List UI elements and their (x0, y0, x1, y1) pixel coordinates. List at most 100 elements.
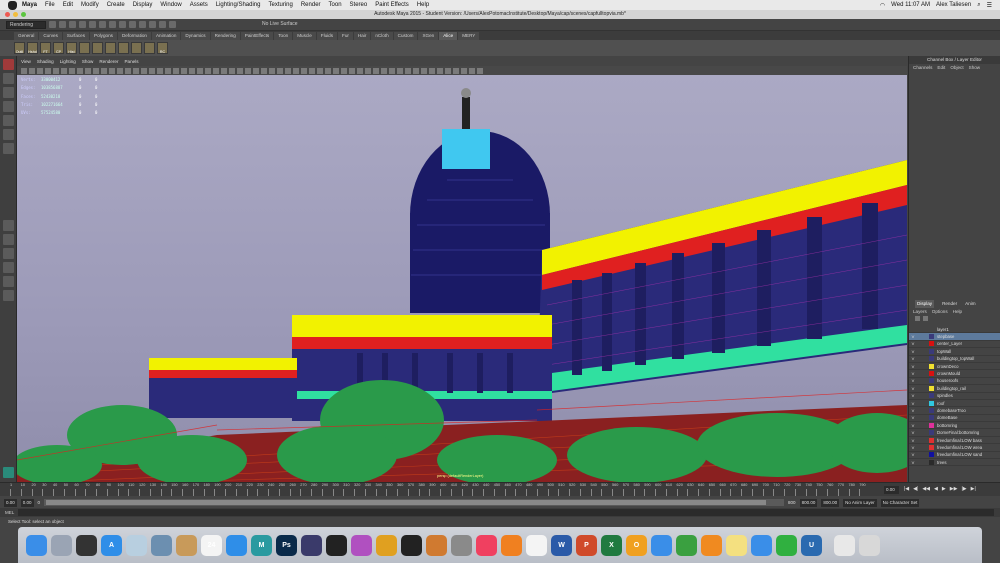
shelf-tab-polygons[interactable]: Polygons (90, 32, 117, 40)
layer-visibility-toggle[interactable]: V (909, 386, 917, 391)
panel-tool-icon[interactable] (61, 67, 67, 74)
panel-tool-icon[interactable] (213, 67, 219, 74)
app-menu-maya[interactable]: Maya (22, 2, 37, 8)
shelf-tab-deformation[interactable]: Deformation (117, 32, 151, 40)
panel-tool-icon[interactable] (453, 67, 459, 74)
layer-visibility-toggle[interactable]: V (909, 401, 917, 406)
layer-color-swatch[interactable] (929, 444, 934, 450)
photo-icon[interactable] (151, 534, 172, 556)
zoom-window-button[interactable] (21, 12, 26, 17)
graph-layout-icon[interactable] (3, 262, 14, 273)
unity-icon[interactable]: U (801, 534, 822, 556)
panel-menu-panels[interactable]: Panels (124, 58, 138, 66)
snap-point-icon[interactable] (129, 21, 136, 28)
layer-row[interactable]: VcrownMould (909, 370, 1000, 378)
layer-name[interactable]: buildingtop_rail (937, 386, 966, 391)
panel-tool-icon[interactable] (157, 67, 163, 74)
panel-tool-icon[interactable] (149, 67, 155, 74)
shelf-button-6[interactable] (92, 42, 103, 54)
pages-icon[interactable] (701, 534, 722, 556)
shelf-button-7[interactable] (105, 42, 116, 54)
layer-color-swatch[interactable] (929, 400, 934, 406)
shelf-button-ft[interactable]: FT (40, 42, 51, 54)
panel-tool-icon[interactable] (37, 67, 43, 74)
layer-color-swatch[interactable] (929, 437, 934, 443)
layer-color-swatch[interactable] (929, 452, 934, 458)
panel-tool-icon[interactable] (173, 67, 179, 74)
layer-visibility-toggle[interactable]: V (909, 356, 917, 361)
menu-item-window[interactable]: Window (160, 2, 181, 8)
layer-name[interactable]: buildingtop_topWall (937, 356, 974, 361)
minimize-window-button[interactable] (13, 12, 18, 17)
live-surface-field[interactable]: No Live Surface (259, 20, 309, 29)
layer-name[interactable]: spindles (937, 393, 953, 398)
music-icon[interactable] (476, 534, 497, 556)
layer-color-swatch[interactable] (929, 422, 934, 428)
layer-row[interactable]: Vbottomring (909, 422, 1000, 430)
shelf-tab-hair[interactable]: Hair (353, 32, 371, 40)
shelf-tab-xgen[interactable]: XGen (418, 32, 439, 40)
apple-icon[interactable] (8, 0, 17, 10)
shelf-tab-fur[interactable]: Fur (338, 32, 353, 40)
layer-row[interactable]: Vtrees (909, 459, 1000, 467)
playback-start-field[interactable]: 0.00 (20, 498, 34, 507)
lasso-tool-icon[interactable] (3, 73, 14, 84)
open-scene-icon[interactable] (59, 21, 66, 28)
panel-tool-icon[interactable] (85, 67, 91, 74)
layer-visibility-toggle[interactable]: V (909, 341, 917, 346)
layer-name[interactable]: layer1 (937, 327, 949, 332)
shelf-tab-custom[interactable]: Custom (393, 32, 418, 40)
panel-tool-icon[interactable] (365, 67, 371, 74)
layer-row[interactable]: Vroof (909, 400, 1000, 408)
shelf-tab-curves[interactable]: Curves (39, 32, 62, 40)
layer-visibility-toggle[interactable]: V (909, 415, 917, 420)
layer-visibility-toggle[interactable]: V (909, 445, 917, 450)
layer-visibility-toggle[interactable]: V (909, 334, 917, 339)
panel-tool-icon[interactable] (405, 67, 411, 74)
layer-visibility-toggle[interactable]: V (909, 438, 917, 443)
layer-color-swatch[interactable] (929, 385, 934, 391)
menu-item-toon[interactable]: Toon (329, 2, 342, 8)
shelf-tab-rendering[interactable]: Rendering (210, 32, 240, 40)
panel-menu-view[interactable]: View (21, 58, 31, 66)
panel-tool-icon[interactable] (437, 67, 443, 74)
layer-name[interactable]: domeBase (937, 415, 958, 420)
app-store-icon[interactable]: A (101, 534, 122, 556)
numbers-icon[interactable] (676, 534, 697, 556)
layer-row[interactable]: VtopWall (909, 348, 1000, 356)
panel-tool-icon[interactable] (221, 67, 227, 74)
layer-row[interactable]: VdomebaseTroo (909, 407, 1000, 415)
layer-name[interactable]: crownMould (937, 371, 960, 376)
playback-button[interactable]: ▶ (942, 486, 946, 492)
layer-color-swatch[interactable] (929, 430, 934, 436)
calendar-icon[interactable]: 24 (201, 534, 222, 556)
playback-button[interactable]: ◀◀ (922, 486, 930, 492)
menu-item-modify[interactable]: Modify (81, 2, 99, 8)
four-view-icon[interactable] (3, 234, 14, 245)
motion-icon[interactable] (351, 534, 372, 556)
excel-icon[interactable]: X (601, 534, 622, 556)
shelf-tab-mery[interactable]: MERY (458, 32, 480, 40)
menu-item-stereo[interactable]: Stereo (350, 2, 368, 8)
layer-row[interactable]: V DomeFinal:bottomring (909, 429, 1000, 437)
panel-menu-lighting[interactable]: Lighting (60, 58, 76, 66)
single-view-icon[interactable] (3, 220, 14, 231)
layer-tab-render[interactable]: Render (942, 300, 957, 308)
launchpad-icon[interactable] (51, 534, 72, 556)
final-cut-icon[interactable] (326, 534, 347, 556)
panel-tool-icon[interactable] (229, 67, 235, 74)
safari-icon[interactable] (226, 534, 247, 556)
menu-item-file[interactable]: File (45, 2, 55, 8)
layer-color-swatch[interactable] (929, 341, 934, 347)
panel-tool-icon[interactable] (301, 67, 307, 74)
range-bar[interactable] (44, 499, 785, 506)
shelf-tab-dynamics[interactable]: Dynamics (181, 32, 210, 40)
layer-row[interactable]: Vspindles (909, 393, 1000, 400)
menu-item-edit[interactable]: Edit (63, 2, 73, 8)
notes-icon[interactable] (176, 534, 197, 556)
panel-tool-icon[interactable] (269, 67, 275, 74)
panel-tool-icon[interactable] (197, 67, 203, 74)
menu-item-lighting-shading[interactable]: Lighting/Shading (216, 2, 261, 8)
mel-label[interactable]: MEL (5, 510, 14, 515)
panel-tool-icon[interactable] (397, 67, 403, 74)
